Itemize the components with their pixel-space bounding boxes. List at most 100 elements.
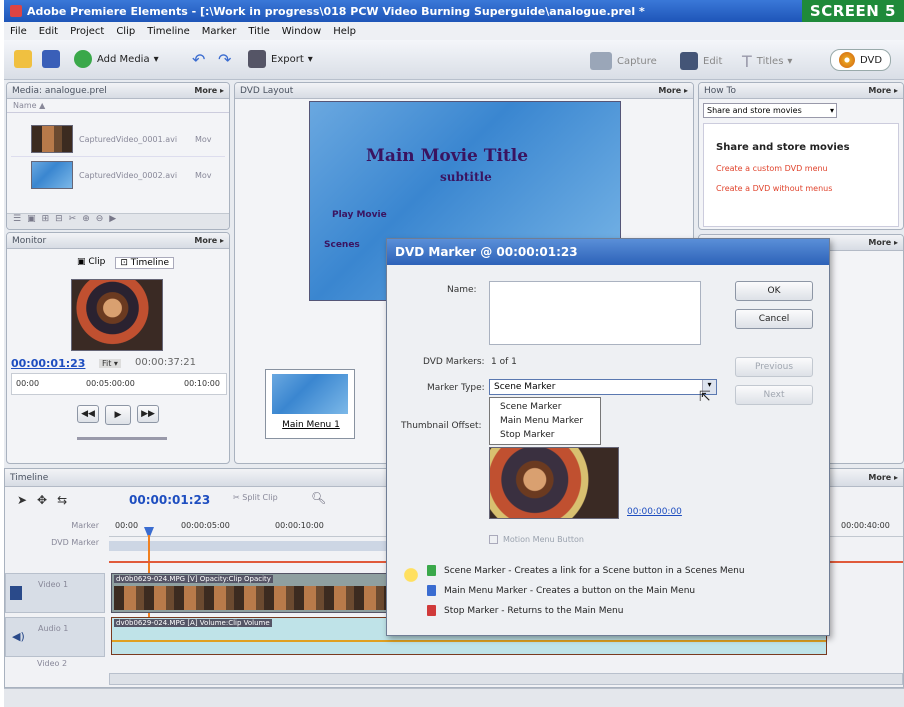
export-button[interactable]: Export ▾ <box>248 50 313 68</box>
motion-menu-checkbox[interactable]: Motion Menu Button <box>489 535 584 544</box>
audio-clip-label: dv0b0629-024.MPG [A] Volume:Clip Volume <box>114 619 272 627</box>
folder-button[interactable] <box>14 50 32 68</box>
howto-select-value: Share and store movies <box>707 106 802 115</box>
folder-icon <box>14 50 32 68</box>
undo-button[interactable]: ↶ <box>192 50 205 69</box>
premiere-app-icon <box>10 5 22 17</box>
audio-track-header[interactable]: ◀) Audio 1 <box>5 617 105 657</box>
menu-bar: File Edit Project Clip Timeline Marker T… <box>4 22 904 40</box>
stop-marker-icon <box>427 605 436 616</box>
app-window: Adobe Premiere Elements - [:\Work in pro… <box>4 0 904 707</box>
menu-edit[interactable]: Edit <box>39 26 58 37</box>
menu-title[interactable]: Title <box>248 26 269 37</box>
cancel-button[interactable]: Cancel <box>735 309 813 329</box>
menu-window[interactable]: Window <box>282 26 321 37</box>
menu-file[interactable]: File <box>10 26 27 37</box>
dvd-label: DVD <box>860 54 883 66</box>
menu-clip[interactable]: Clip <box>116 26 135 37</box>
add-media-button[interactable]: Add Media ▾ <box>74 50 159 68</box>
forward-button[interactable]: ▶▶ <box>137 405 159 423</box>
dvd-layout-title: DVD Layout <box>240 85 294 96</box>
menu-project[interactable]: Project <box>70 26 104 37</box>
split-clip-button[interactable]: ✂ Split Clip <box>233 493 278 502</box>
titles-icon: T <box>742 52 752 71</box>
dialog-title: DVD Marker @ 00:00:01:23 <box>395 245 578 259</box>
media-list-item[interactable]: CapturedVideo_0002.avi Mov <box>11 159 225 193</box>
edit-button[interactable]: Edit <box>680 52 722 70</box>
ruler-tick: 00:00 <box>115 521 139 530</box>
capture-icon <box>590 52 612 70</box>
option-main-menu-marker[interactable]: Main Menu Marker <box>490 414 600 428</box>
timeline-tools[interactable]: ➤✥⇆ <box>17 493 77 507</box>
menu-help[interactable]: Help <box>333 26 356 37</box>
timeline-current-time[interactable]: 00:00:01:23 <box>129 493 210 507</box>
menu-thumbnail[interactable]: Main Menu 1 <box>265 369 355 439</box>
tab-clip[interactable]: ▣ Clip <box>77 257 105 269</box>
howto-more-button[interactable]: More ▸ <box>868 86 898 95</box>
media-list-item[interactable]: CapturedVideo_0001.avi Mov <box>11 123 225 157</box>
capture-button[interactable]: Capture <box>590 52 657 70</box>
titles-label: Titles <box>756 56 784 67</box>
dvd-more-button[interactable]: More ▸ <box>658 86 688 95</box>
titles-button[interactable]: T Titles ▾ <box>742 52 792 71</box>
menu-play-button[interactable]: Play Movie <box>332 210 387 220</box>
play-button[interactable]: ▶ <box>105 405 131 425</box>
menu-subtitle[interactable]: subtitle <box>440 170 492 184</box>
legend-stop: Stop Marker - Returns to the Main Menu <box>427 605 623 616</box>
howto-title: How To <box>704 85 736 96</box>
option-scene-marker[interactable]: Scene Marker <box>490 400 600 414</box>
volume-line[interactable] <box>112 640 826 642</box>
dvd-marker-row-label: DVD Marker <box>51 538 99 547</box>
media-item-type: Mov <box>195 171 212 180</box>
thumbnail-offset-time[interactable]: 00:00:00:00 <box>627 507 682 517</box>
timeline-title: Timeline <box>10 472 49 483</box>
marker-type-select[interactable]: Scene Marker ▾ <box>489 379 717 395</box>
menu-timeline[interactable]: Timeline <box>147 26 190 37</box>
jog-slider[interactable] <box>77 437 167 440</box>
rewind-button[interactable]: ◀◀ <box>77 405 99 423</box>
checkbox-icon <box>489 535 498 544</box>
media-item-name: CapturedVideo_0002.avi <box>79 171 178 180</box>
dvd-marker-dialog: DVD Marker @ 00:00:01:23 Name: OK Cancel… <box>386 238 830 636</box>
monitor-ruler[interactable]: 00:00 00:05:00:00 00:10:00 <box>11 373 227 395</box>
timeline-more-button[interactable]: More ▸ <box>868 473 898 482</box>
dvd-marker-track[interactable] <box>109 541 389 551</box>
monitor-current-time[interactable]: 00:00:01:23 <box>11 357 85 370</box>
howto-link[interactable]: Create a DVD without menus <box>716 184 832 193</box>
ok-button[interactable]: OK <box>735 281 813 301</box>
option-stop-marker[interactable]: Stop Marker <box>490 428 600 442</box>
export-label: Export <box>271 53 304 65</box>
edit-label: Edit <box>703 55 723 67</box>
marker-name-field[interactable] <box>489 281 701 345</box>
video-track-header[interactable]: Video 1 <box>5 573 105 613</box>
media-more-button[interactable]: More ▸ <box>194 86 224 95</box>
scene-marker-icon <box>427 565 436 576</box>
media-panel-tools[interactable]: ☰▣⊞⊟✂⊕⊖▶ <box>7 213 229 229</box>
menu-main-title[interactable]: Main Movie Title <box>366 146 528 166</box>
zoom-icon[interactable]: 🔍︎ <box>311 491 326 505</box>
howto-select[interactable]: Share and store movies ▾ <box>703 103 837 118</box>
transport-controls: ◀◀ ▶ ▶▶ <box>77 405 159 425</box>
howto-link[interactable]: Create a custom DVD menu <box>716 164 828 173</box>
media-column-headers: Name ▲ <box>7 99 229 113</box>
timeline-scrollbar[interactable] <box>109 673 903 685</box>
video-clip[interactable]: dv0b0629-024.MPG [V] Opacity:Clip Opacit… <box>111 573 393 613</box>
next-button[interactable]: Next <box>735 385 813 405</box>
monitor-more-button[interactable]: More ▸ <box>194 236 224 245</box>
media-thumbnail <box>31 161 73 189</box>
ruler-tick: 00:05:00:00 <box>86 379 135 388</box>
ruler-tick: 00:00:10:00 <box>275 521 324 530</box>
tab-timeline[interactable]: ⊡ Timeline <box>115 257 175 269</box>
edit-icon <box>680 52 698 70</box>
menu-marker[interactable]: Marker <box>202 26 237 37</box>
properties-more-button[interactable]: More ▸ <box>868 238 898 247</box>
save-button[interactable] <box>42 50 60 68</box>
menu-scenes-button[interactable]: Scenes <box>324 240 360 250</box>
speaker-icon: ◀) <box>12 630 25 643</box>
fit-button[interactable]: Fit ▾ <box>99 359 121 368</box>
menu-thumb-image <box>272 374 348 414</box>
media-item-name: CapturedVideo_0001.avi <box>79 135 178 144</box>
redo-button[interactable]: ↷ <box>218 50 231 69</box>
previous-button[interactable]: Previous <box>735 357 813 377</box>
dvd-button[interactable]: DVD <box>830 49 892 71</box>
